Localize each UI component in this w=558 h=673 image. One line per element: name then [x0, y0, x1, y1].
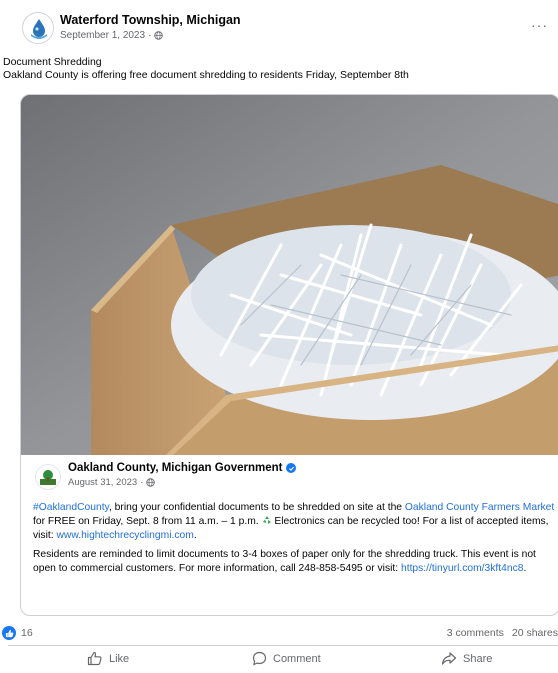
thumbs-up-icon	[87, 651, 102, 666]
paragraph-text: for FREE on Friday, Sept. 8 from 11 a.m.…	[33, 516, 262, 527]
shared-meta-separator: ·	[140, 477, 144, 488]
recycle-icon	[262, 516, 271, 524]
share-button[interactable]: Share	[441, 651, 492, 666]
farmers-market-link[interactable]: Oakland County Farmers Market	[405, 502, 554, 513]
comment-button[interactable]: Comment	[252, 651, 321, 666]
shared-paragraph-1: #OaklandCounty, bring your confidential …	[33, 501, 557, 543]
comments-count[interactable]: 3 comments	[447, 627, 504, 639]
shared-post-header: Oakland County, Michigan Government Augu…	[35, 461, 555, 491]
page-name[interactable]: Waterford Township, Michigan	[60, 13, 241, 28]
shares-count[interactable]: 20 shares	[512, 627, 558, 639]
post-text-title: Document Shredding	[3, 56, 102, 68]
globe-icon	[146, 478, 156, 487]
hashtag-link[interactable]: #OaklandCounty	[33, 502, 109, 513]
shared-page-name[interactable]: Oakland County, Michigan Government	[68, 462, 282, 474]
paragraph-text: , bring your confidential documents to b…	[108, 502, 405, 513]
oakland-county-logo-icon	[40, 470, 56, 485]
post-date[interactable]: September 1, 2023	[60, 29, 145, 42]
meta-separator: ·	[148, 30, 152, 41]
like-label: Like	[109, 652, 130, 665]
shared-post-body: #OaklandCounty, bring your confidential …	[33, 501, 557, 581]
paragraph-text: .	[193, 530, 197, 541]
like-button[interactable]: Like	[87, 651, 129, 666]
post-text-body: Oakland County is offering free document…	[3, 69, 409, 81]
globe-icon	[154, 31, 164, 40]
water-drop-logo-icon	[24, 14, 53, 43]
shared-post-card[interactable]: Oakland County, Michigan Government Augu…	[20, 94, 558, 616]
paragraph-text: .	[523, 563, 527, 574]
more-options-button[interactable]: ···	[531, 18, 548, 32]
shredded-paper-image	[21, 95, 558, 455]
divider	[8, 645, 558, 646]
post-actions: Like Comment Share	[0, 648, 558, 672]
like-reaction-icon[interactable]	[2, 626, 16, 640]
comment-bubble-icon	[252, 651, 267, 666]
post-header: Waterford Township, Michigan September 1…	[22, 12, 552, 44]
shredded-paper-photo[interactable]	[21, 95, 558, 455]
post-text: Document Shredding Oakland County is off…	[3, 56, 555, 82]
recycling-website-link[interactable]: www.hightechrecyclingmi.com	[56, 530, 193, 541]
shared-paragraph-2: Residents are reminded to limit document…	[33, 548, 557, 576]
reactions-bar: 16 3 comments 20 shares	[0, 626, 558, 642]
page-avatar[interactable]	[22, 12, 54, 44]
shared-page-avatar[interactable]	[35, 464, 61, 490]
share-arrow-icon	[441, 652, 457, 665]
tinyurl-link[interactable]: https://tinyurl.com/3kft4nc8	[401, 563, 523, 574]
verified-badge-icon	[286, 463, 297, 473]
shared-post-date[interactable]: August 31, 2023	[68, 477, 137, 488]
share-label: Share	[463, 652, 493, 665]
reaction-count[interactable]: 16	[21, 627, 33, 639]
comment-label: Comment	[273, 652, 321, 665]
